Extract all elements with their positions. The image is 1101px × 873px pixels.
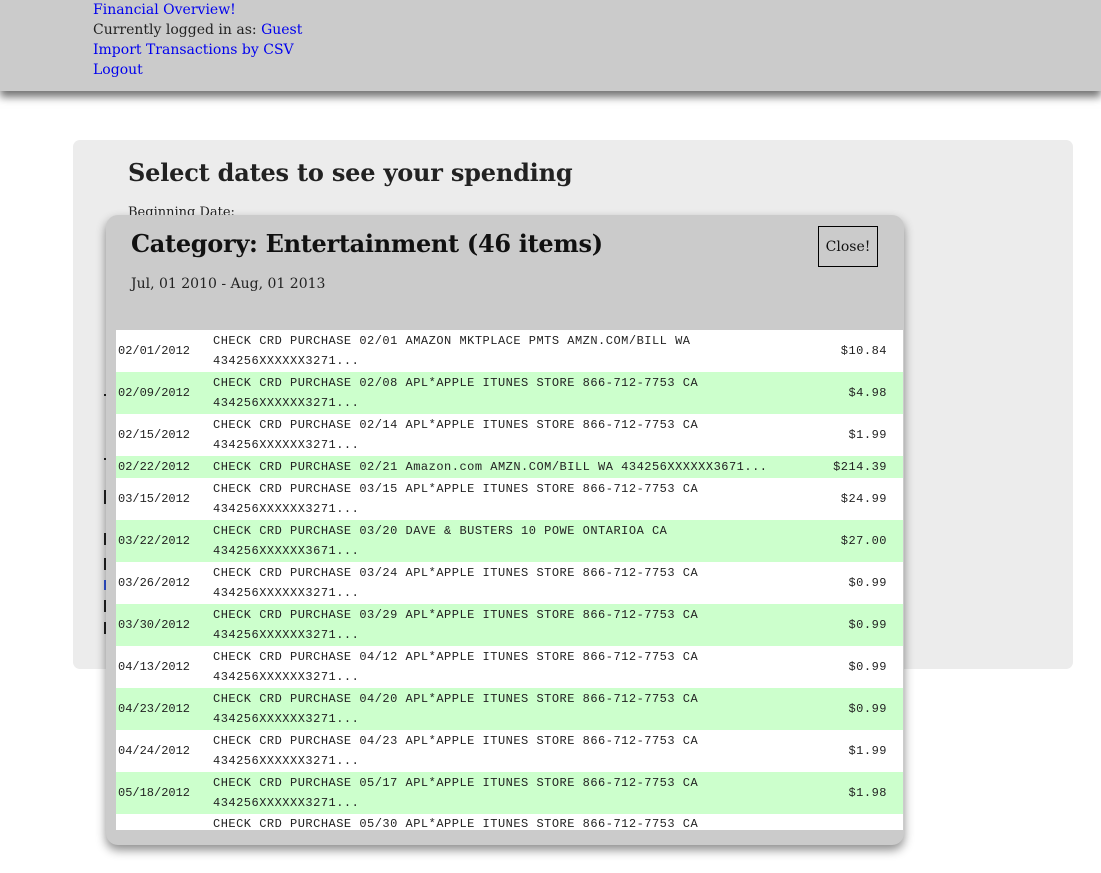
transaction-date: 03/26/2012 (118, 576, 191, 590)
financial-overview-link[interactable]: Financial Overview! (93, 0, 302, 20)
transaction-row: 04/24/2012 CHECK CRD PURCHASE 04/23 APL*A… (116, 730, 903, 772)
transaction-row: 03/30/2012 CHECK CRD PURCHASE 03/29 APL*A… (116, 604, 903, 646)
panel-title: Select dates to see your spending (128, 158, 573, 187)
transaction-description: CHECK CRD PURCHASE 05/30 APL*APPLE ITUNE… (213, 817, 699, 830)
transaction-amount: $1.98 (848, 786, 887, 800)
transaction-row: 03/26/2012 CHECK CRD PURCHASE 03/24 APL*A… (116, 562, 903, 604)
transaction-date: 05/18/2012 (118, 786, 191, 800)
transaction-date: 04/13/2012 (118, 660, 191, 674)
transaction-amount: $0.99 (848, 660, 887, 674)
transaction-date: 02/15/2012 (118, 428, 191, 442)
header-nav: Financial Overview! Currently logged in … (93, 0, 302, 80)
transaction-date: 02/09/2012 (118, 386, 191, 400)
import-csv-link[interactable]: Import Transactions by CSV (93, 40, 302, 60)
transaction-row: 05/18/2012 CHECK CRD PURCHASE 05/17 APL*A… (116, 772, 903, 814)
top-header: Financial Overview! Currently logged in … (0, 0, 1101, 91)
guest-user-link[interactable]: Guest (261, 22, 302, 38)
transaction-date: 03/15/2012 (118, 492, 191, 506)
transaction-description: CHECK CRD PURCHASE 02/14 APL*APPLE ITUNE… (213, 418, 699, 452)
transaction-amount: $0.99 (848, 702, 887, 716)
transaction-date: 04/23/2012 (118, 702, 191, 716)
transaction-description: CHECK CRD PURCHASE 05/17 APL*APPLE ITUNE… (213, 776, 699, 810)
transaction-row: 03/15/2012 CHECK CRD PURCHASE 03/15 APL*A… (116, 478, 903, 520)
transaction-date: 02/01/2012 (118, 344, 191, 358)
transaction-row: 04/23/2012 CHECK CRD PURCHASE 04/20 APL*A… (116, 688, 903, 730)
category-modal: Category: Entertainment (46 items) Jul, … (106, 215, 904, 845)
transaction-row: 03/22/2012 CHECK CRD PURCHASE 03/20 DAVE … (116, 520, 903, 562)
transaction-description: CHECK CRD PURCHASE 02/21 Amazon.com AMZN… (213, 460, 768, 474)
transaction-date: 03/22/2012 (118, 534, 191, 548)
logged-in-prefix: Currently logged in as: (93, 22, 262, 38)
transaction-description: CHECK CRD PURCHASE 04/12 APL*APPLE ITUNE… (213, 650, 699, 684)
transaction-amount: $214.39 (833, 460, 887, 474)
transaction-description: CHECK CRD PURCHASE 03/29 APL*APPLE ITUNE… (213, 608, 699, 642)
transaction-amount: $1.99 (848, 428, 887, 442)
transaction-date: 04/24/2012 (118, 744, 191, 758)
transaction-description: CHECK CRD PURCHASE 04/23 APL*APPLE ITUNE… (213, 734, 699, 768)
beginning-date-label: Beginning Date: (128, 205, 235, 215)
transaction-row: 02/22/2012 CHECK CRD PURCHASE 02/21 Amazo… (116, 456, 903, 478)
transaction-date: 03/30/2012 (118, 618, 191, 632)
close-button[interactable]: Close! (818, 226, 878, 267)
transaction-row: 02/09/2012 CHECK CRD PURCHASE 02/08 APL*A… (116, 372, 903, 414)
logout-link[interactable]: Logout (93, 60, 302, 80)
transaction-date: 02/22/2012 (118, 460, 191, 474)
transaction-amount: $1.99 (848, 744, 887, 758)
transaction-row: CHECK CRD PURCHASE 05/30 APL*APPLE ITUNE… (116, 814, 903, 830)
transaction-amount: $0.99 (848, 576, 887, 590)
transaction-amount: $0.99 (848, 618, 887, 632)
transaction-description: CHECK CRD PURCHASE 03/20 DAVE & BUSTERS … (213, 524, 668, 558)
transaction-row: 02/15/2012 CHECK CRD PURCHASE 02/14 APL*A… (116, 414, 903, 456)
transaction-description: CHECK CRD PURCHASE 03/24 APL*APPLE ITUNE… (213, 566, 699, 600)
transaction-row: 04/13/2012 CHECK CRD PURCHASE 04/12 APL*A… (116, 646, 903, 688)
transaction-amount: $10.84 (840, 344, 887, 358)
transaction-amount: $24.99 (840, 492, 887, 506)
transaction-row: 02/01/2012 CHECK CRD PURCHASE 02/01 AMAZO… (116, 330, 903, 372)
transaction-description: CHECK CRD PURCHASE 02/01 AMAZON MKTPLACE… (213, 334, 691, 368)
modal-date-range: Jul, 01 2010 - Aug, 01 2013 (131, 276, 326, 292)
transaction-description: CHECK CRD PURCHASE 02/08 APL*APPLE ITUNE… (213, 376, 699, 410)
logged-in-status: Currently logged in as: Guest (93, 20, 302, 40)
transaction-amount: $4.98 (848, 386, 887, 400)
transaction-description: CHECK CRD PURCHASE 03/15 APL*APPLE ITUNE… (213, 482, 699, 516)
modal-title: Category: Entertainment (46 items) (131, 229, 603, 258)
transaction-description: CHECK CRD PURCHASE 04/20 APL*APPLE ITUNE… (213, 692, 699, 726)
transactions-table[interactable]: 02/01/2012 CHECK CRD PURCHASE 02/01 AMAZO… (116, 330, 903, 830)
transaction-amount: $27.00 (840, 534, 887, 548)
